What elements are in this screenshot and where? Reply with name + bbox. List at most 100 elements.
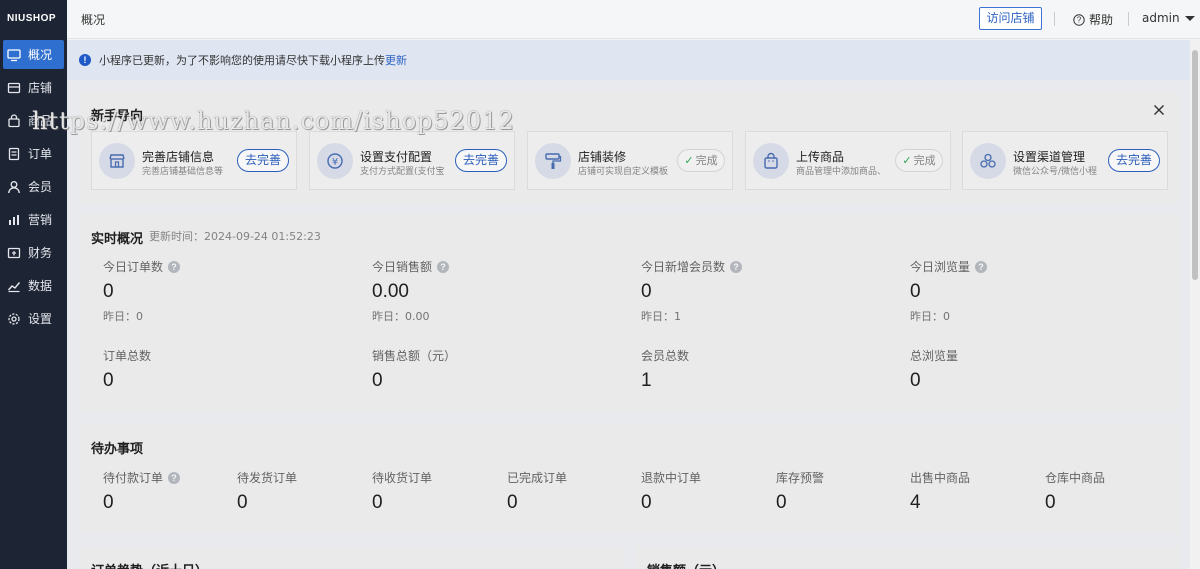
page-title: 概况 [81, 13, 106, 27]
stat-value: 0 [507, 492, 518, 513]
scrollbar-thumb[interactable] [1192, 50, 1198, 280]
stat-total-views: 总浏览量 0 [910, 347, 958, 392]
todo-item[interactable]: 退款中订单 0 [641, 469, 701, 514]
realtime-overview-card: 实时概况 更新时间：2024-09-24 01:52:23 今日订单数? 0 昨… [79, 214, 1179, 411]
complete-store-info-button[interactable]: 去完善 [237, 149, 289, 172]
stat-yesterday: 昨日：0 [910, 310, 950, 323]
sidebar-item-data[interactable]: 数据 [3, 271, 64, 300]
todo-item[interactable]: 已完成订单 0 [507, 469, 567, 514]
stat-total-orders: 订单总数 0 [103, 347, 151, 392]
stat-label: 今日新增会员数? [641, 258, 743, 275]
sidebar-item-settings[interactable]: 设置 [3, 304, 64, 333]
beginner-guide-card: 新手导向 完善店铺信息 完善店铺基础信息等 去完善 ¥ 设置支付配置 支付方式配… [79, 91, 1179, 203]
notice-text: 小程序已更新，为了不影响您的使用请尽快下载小程序上传 [99, 54, 385, 67]
monitor-icon [7, 48, 21, 62]
header-divider [1128, 12, 1129, 26]
todo-item[interactable]: 待发货订单 0 [237, 469, 297, 514]
update-link[interactable]: 更新 [385, 52, 407, 68]
stat-today-new-members: 今日新增会员数? 0 昨日：1 [641, 258, 743, 324]
shopping-bag-icon [753, 143, 789, 179]
step-name: 上传商品 [796, 150, 845, 164]
step-desc: 完善店铺基础信息等 [142, 167, 224, 177]
caret-down-icon [1184, 16, 1195, 21]
channel-settings-button[interactable]: 去完善 [1108, 149, 1160, 172]
question-icon[interactable]: ? [730, 260, 743, 273]
stat-label: 今日订单数? [103, 258, 181, 275]
todo-item[interactable]: 待付款订单? 0 [103, 469, 181, 514]
question-icon[interactable]: ? [975, 260, 988, 273]
question-icon[interactable]: ? [168, 471, 181, 484]
gear-icon [7, 312, 21, 326]
guide-step: 上传商品 商品管理中添加商品、 ✓ 完成 [745, 131, 951, 190]
stat-value: 0 [103, 492, 114, 513]
stat-label-text: 待付款订单 [103, 471, 164, 485]
guide-title: 新手导向 [91, 109, 144, 124]
document-icon [7, 147, 21, 161]
channels-icon [970, 143, 1006, 179]
step-name: 设置渠道管理 [1013, 150, 1086, 164]
bar-chart-icon [7, 213, 21, 227]
question-icon[interactable]: ? [168, 260, 181, 273]
sidebar-item-members[interactable]: 会员 [3, 172, 64, 201]
sidebar-item-label: 概况 [28, 48, 53, 62]
sidebar-item-goods[interactable]: 商品 [3, 106, 64, 135]
stat-value: 4 [910, 492, 921, 513]
stat-label-text: 今日浏览量 [910, 260, 971, 274]
step-desc: 支付方式配置(支付宝 [360, 167, 445, 177]
todo-item[interactable]: 待收货订单 0 [372, 469, 432, 514]
store-icon [99, 143, 135, 179]
question-circle-icon: ? [1073, 13, 1085, 26]
yuan-icon: ¥ [317, 143, 353, 179]
check-icon: ✓ [684, 154, 694, 167]
sidebar: NIUSHOP 概况 店铺 商品 订单 会员 营销 财务 数据 设置 [0, 0, 67, 569]
sidebar-item-label: 商品 [28, 114, 53, 128]
stat-label: 待收货订单 [372, 471, 433, 485]
user-icon [7, 180, 21, 194]
sales-card: 销售额（元） [635, 546, 1179, 569]
bag-icon [7, 113, 21, 128]
stat-label: 出售中商品 [910, 471, 971, 485]
todo-item[interactable]: 出售中商品 4 [910, 469, 970, 514]
help-label: 帮助 [1089, 13, 1114, 27]
question-icon[interactable]: ? [437, 260, 450, 273]
check-icon: ✓ [902, 154, 912, 167]
visit-store-button[interactable]: 访问店铺 [979, 7, 1042, 30]
sidebar-item-label: 会员 [28, 180, 53, 194]
paint-roller-icon [535, 143, 571, 179]
stat-label-text: 今日新增会员数 [641, 260, 726, 274]
stat-today-sales: 今日销售额? 0.00 昨日：0.00 [372, 258, 450, 324]
todo-item[interactable]: 仓库中商品 0 [1045, 469, 1105, 514]
order-trend-title: 订单趋势（近十日） [91, 560, 208, 569]
user-menu[interactable]: admin [1142, 11, 1195, 25]
stat-value: 0 [910, 370, 921, 391]
stat-value: 0 [372, 492, 383, 513]
todo-item[interactable]: 库存预警 0 [776, 469, 824, 514]
sidebar-item-finance[interactable]: 财务 [3, 238, 64, 267]
upload-goods-done-badge: ✓ 完成 [895, 149, 943, 172]
stat-value: 0.00 [372, 281, 409, 302]
close-icon[interactable] [1153, 104, 1165, 116]
sales-title: 销售额（元） [647, 560, 725, 569]
stat-value: 0 [641, 281, 652, 302]
stat-yesterday: 昨日：1 [641, 310, 681, 323]
logo[interactable]: NIUSHOP [0, 0, 67, 38]
sidebar-item-overview[interactable]: 概况 [3, 40, 64, 69]
stat-value: 0 [910, 281, 921, 302]
stat-yesterday: 昨日：0.00 [372, 310, 430, 323]
stat-label: 会员总数 [641, 349, 690, 363]
svg-text:?: ? [1077, 15, 1082, 24]
help-link[interactable]: ? 帮助 [1073, 11, 1113, 28]
stat-label: 待发货订单 [237, 471, 298, 485]
complete-payment-button[interactable]: 去完善 [455, 149, 507, 172]
update-time: 更新时间：2024-09-24 01:52:23 [149, 230, 321, 243]
sidebar-item-store[interactable]: 店铺 [3, 73, 64, 102]
stat-value: 0 [103, 281, 114, 302]
sidebar-item-orders[interactable]: 订单 [3, 139, 64, 168]
sidebar-item-marketing[interactable]: 营销 [3, 205, 64, 234]
order-trend-card: 订单趋势（近十日） [79, 546, 623, 569]
info-icon: ! [79, 54, 91, 66]
wallet-icon [7, 246, 21, 260]
step-desc: 商品管理中添加商品、 [796, 167, 887, 177]
stat-value: 1 [641, 370, 652, 391]
stat-total-members: 会员总数 1 [641, 347, 689, 392]
